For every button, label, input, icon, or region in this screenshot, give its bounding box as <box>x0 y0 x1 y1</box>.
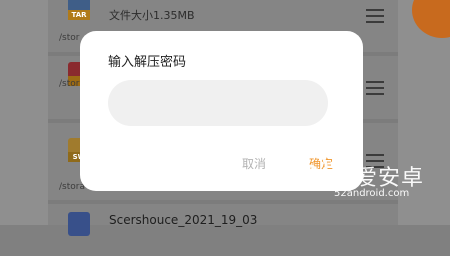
tar-file-icon: TAR <box>68 0 90 20</box>
menu-icon[interactable] <box>366 81 384 95</box>
file-row[interactable]: TAR 文件大小1.35MB /stor <box>48 0 398 43</box>
cancel-button[interactable]: 取消 <box>242 155 266 172</box>
file-path: /stor <box>59 33 80 43</box>
file-type-badge: TAR <box>68 10 90 20</box>
dialog-title: 输入解压密码 <box>108 55 187 70</box>
password-input[interactable] <box>108 80 328 126</box>
document-file-icon <box>68 212 90 236</box>
file-row[interactable]: Scershouce_2021_19_03 <box>48 206 398 256</box>
menu-icon[interactable] <box>366 9 384 23</box>
watermark-logo-icon <box>292 154 328 190</box>
file-size: 文件大小1.35MB <box>109 9 195 22</box>
file-name: Scershouce_2021_19_03 <box>109 213 258 227</box>
divider <box>48 200 398 204</box>
background-left <box>0 0 48 225</box>
watermark-url: 52android.com <box>334 188 410 199</box>
file-path: /stora <box>59 182 85 192</box>
